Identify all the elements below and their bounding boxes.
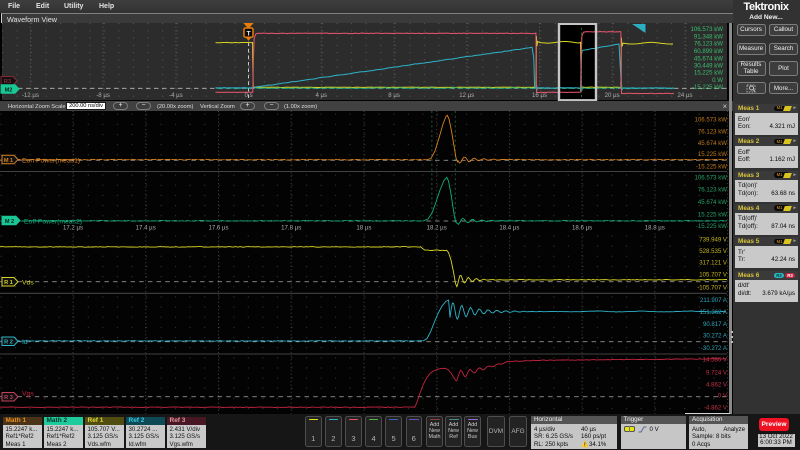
svg-text:0 s: 0 s [245,92,253,99]
svg-text:15.225 kW: 15.225 kW [698,212,727,219]
svg-text:R3: R3 [4,79,11,85]
svg-text:-8 µs: -8 µs [96,92,110,99]
svg-text:106.573 kW: 106.573 kW [690,26,723,33]
svg-text:-4 µs: -4 µs [169,92,183,99]
svg-text:76.123 kW: 76.123 kW [694,41,723,48]
svg-text:Vds: Vds [22,280,34,287]
svg-text:76.123 kW: 76.123 kW [698,187,727,194]
svg-text:91.348 kW: 91.348 kW [694,33,723,40]
svg-text:17.4 µs: 17.4 µs [136,225,156,232]
svg-text:-15.225 kW: -15.225 kW [692,84,723,91]
svg-text:15.225 kW: 15.225 kW [698,151,727,158]
svg-text:211.907 A: 211.907 A [700,297,728,304]
svg-text:R 3: R 3 [4,395,13,401]
svg-text:0 V: 0 V [718,393,728,400]
svg-text:M2: M2 [5,87,13,93]
svg-text:16 µs: 16 µs [532,92,547,99]
svg-text:18.6 µs: 18.6 µs [572,225,592,232]
svg-text:8 µs: 8 µs [388,92,400,99]
svg-text:45.674 kW: 45.674 kW [694,55,723,62]
svg-text:0 W: 0 W [712,77,723,84]
svg-text:106.573 kW: 106.573 kW [694,117,727,124]
svg-text:17.8 µs: 17.8 µs [281,225,301,232]
svg-text:105.707 V: 105.707 V [699,272,728,279]
svg-text:M 2: M 2 [5,219,14,225]
svg-text:14.586 V: 14.586 V [703,357,728,364]
svg-text:Id: Id [22,339,28,346]
svg-text:18.8 µs: 18.8 µs [645,225,665,232]
svg-text:18.4 µs: 18.4 µs [499,225,519,232]
svg-text:Eon Power(meas1): Eon Power(meas1) [22,157,80,164]
svg-text:M 1: M 1 [4,158,13,164]
svg-text:4 µs: 4 µs [315,92,327,99]
svg-text:12 µs: 12 µs [459,92,474,99]
svg-text:151.362 A: 151.362 A [700,309,728,316]
svg-text:30.449 kW: 30.449 kW [694,63,723,70]
svg-text:528.535 V: 528.535 V [699,248,728,255]
svg-text:45.674 kW: 45.674 kW [698,199,727,206]
svg-text:20 µs: 20 µs [605,92,620,99]
svg-text:-15.225 kW: -15.225 kW [696,163,727,170]
svg-text:106.573 kW: 106.573 kW [694,174,727,181]
svg-text:-105.707 V: -105.707 V [697,284,728,291]
svg-text:739.949 V: 739.949 V [699,237,728,244]
svg-text:R 1: R 1 [4,280,13,286]
svg-text:60.899 kW: 60.899 kW [694,48,723,55]
svg-text:17.2 µs: 17.2 µs [63,225,83,232]
svg-text:R 2: R 2 [4,339,13,345]
svg-text:90.817 A: 90.817 A [703,321,728,328]
svg-text:Eoff Power(meas2): Eoff Power(meas2) [24,218,82,225]
svg-text:-4.862 V: -4.862 V [704,405,728,412]
svg-text:76.123 kW: 76.123 kW [698,129,727,136]
svg-text:-15.225 kW: -15.225 kW [696,223,727,230]
svg-text:17.6 µs: 17.6 µs [208,225,228,232]
svg-text:9.724 V: 9.724 V [706,369,728,376]
svg-text:Vgs: Vgs [22,390,34,397]
svg-text:317.121 V: 317.121 V [699,260,728,267]
svg-text:4.862 V: 4.862 V [706,381,728,388]
svg-text:18.2 µs: 18.2 µs [427,225,447,232]
svg-text:24 µs: 24 µs [677,92,692,99]
svg-text:-12 µs: -12 µs [22,92,39,99]
svg-text:45.674 kW: 45.674 kW [698,140,727,147]
svg-text:18 µs: 18 µs [356,225,371,232]
svg-text:15.225 kW: 15.225 kW [694,70,723,77]
svg-text:-30.272 A: -30.272 A [701,345,728,352]
svg-text:30.272 A: 30.272 A [703,333,728,340]
